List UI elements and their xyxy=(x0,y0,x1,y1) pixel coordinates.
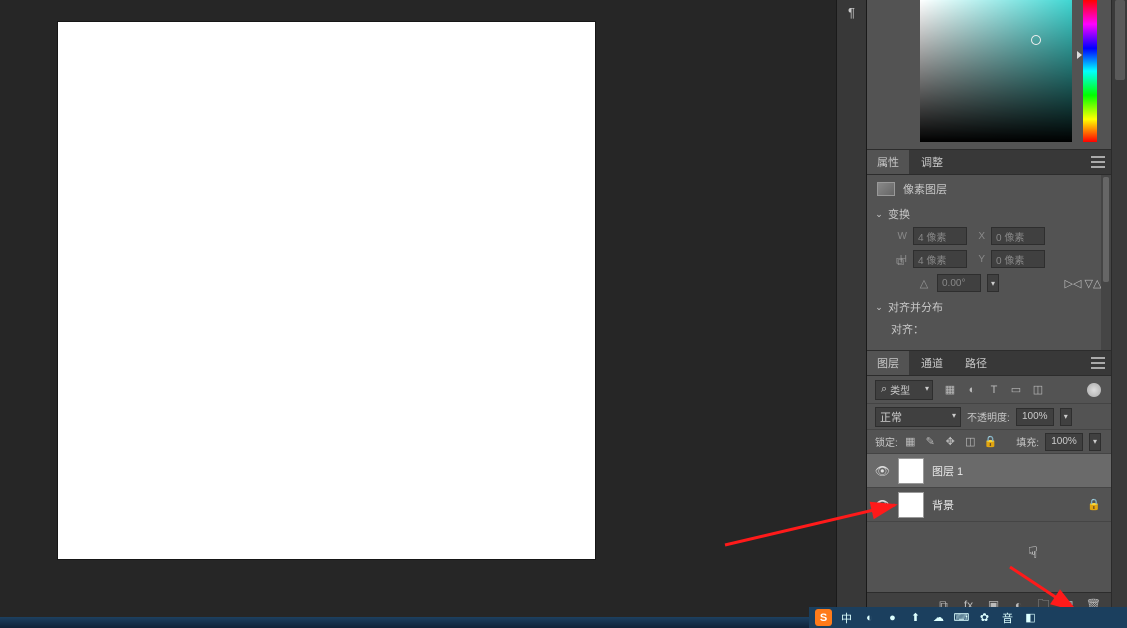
layer-row[interactable]: 👁 图层 1 xyxy=(867,454,1111,488)
fill-value[interactable]: 100% xyxy=(1045,433,1083,451)
layer-type-label: 像素图层 xyxy=(903,181,947,197)
layer-list: 👁 图层 1 👁 背景 🔒 xyxy=(867,454,1111,592)
tray-icon[interactable]: ⌨ xyxy=(953,609,970,626)
tray-icon[interactable]: 音 xyxy=(999,609,1016,626)
transform-label: 变换 xyxy=(888,206,910,222)
flip-horizontal-icon[interactable]: ▷◁ xyxy=(1065,275,1081,291)
lock-artboard-icon[interactable]: ◫ xyxy=(964,435,977,448)
chevron-down-icon: ⌄ xyxy=(875,210,883,218)
filter-shape-icon[interactable]: ▭ xyxy=(1009,383,1023,397)
tray-icon[interactable]: ● xyxy=(884,609,901,626)
lock-all-icon[interactable]: 🔒 xyxy=(984,435,997,448)
tray-icon[interactable]: ◧ xyxy=(1022,609,1039,626)
hue-slider-thumb[interactable] xyxy=(1077,51,1082,59)
properties-scrollbar[interactable] xyxy=(1101,175,1111,350)
hue-slider[interactable] xyxy=(1083,0,1097,142)
scrollbar-thumb[interactable] xyxy=(1103,177,1109,282)
tray-icon[interactable]: ◐ xyxy=(861,609,878,626)
align-subrow: 对齐： xyxy=(867,318,1111,340)
color-picker-panel xyxy=(867,0,1111,150)
system-tray: S 中 ◐ ● ⬆ ☁ ⌨ ✿ 音 ◧ xyxy=(809,607,1127,628)
filter-smart-icon[interactable]: ◫ xyxy=(1031,383,1045,397)
angle-icon: △ xyxy=(917,276,931,290)
chevron-down-icon: ⌄ xyxy=(875,303,883,311)
lock-brush-icon[interactable]: ✎ xyxy=(924,435,937,448)
filter-adjust-icon[interactable]: ◐ xyxy=(965,383,979,397)
filter-toggle-switch[interactable] xyxy=(1087,383,1101,397)
lock-position-icon[interactable]: ✥ xyxy=(944,435,957,448)
layer-name[interactable]: 图层 1 xyxy=(932,463,1101,479)
angle-input[interactable]: 0.00° xyxy=(937,274,981,292)
filter-type-icon[interactable]: T xyxy=(987,383,1001,397)
layers-tab-bar: 图层 通道 路径 xyxy=(867,351,1111,376)
pixel-layer-icon xyxy=(877,182,895,196)
align-to-label: 对齐： xyxy=(891,321,924,337)
paragraph-panel-icon[interactable]: ¶ xyxy=(837,5,866,20)
opacity-dropdown[interactable]: ▾ xyxy=(1060,408,1072,426)
tab-layers[interactable]: 图层 xyxy=(867,351,909,375)
properties-panel: 像素图层 ⌄ 变换 ⧉ W 4 像素 X 0 像素 H 4 像素 Y 0 像素 … xyxy=(867,175,1111,351)
lock-fill-row: 锁定: ▦ ✎ ✥ ◫ 🔒 填充: 100% ▾ xyxy=(867,430,1111,454)
blend-opacity-row: 正常 不透明度: 100% ▾ xyxy=(867,404,1111,430)
height-input[interactable]: 4 像素 xyxy=(913,250,967,268)
panel-menu-icon[interactable] xyxy=(1091,357,1105,369)
color-cursor[interactable] xyxy=(1031,35,1041,45)
scrollbar-thumb[interactable] xyxy=(1115,0,1125,80)
right-panels: 属性 调整 像素图层 ⌄ 变换 ⧉ W 4 像素 X 0 像素 H 4 像素 Y… xyxy=(867,0,1111,617)
x-label: X xyxy=(973,231,985,242)
lock-icon: 🔒 xyxy=(1087,498,1101,511)
main-scrollbar[interactable] xyxy=(1111,0,1127,617)
ime-lang-icon[interactable]: 中 xyxy=(838,609,855,626)
width-input[interactable]: 4 像素 xyxy=(913,227,967,245)
y-input[interactable]: 0 像素 xyxy=(991,250,1045,268)
layer-thumbnail[interactable] xyxy=(898,458,924,484)
lock-pixels-icon[interactable]: ▦ xyxy=(904,435,917,448)
layer-thumbnail[interactable] xyxy=(898,492,924,518)
transform-section-header[interactable]: ⌄ 变换 xyxy=(867,203,1111,225)
opacity-label: 不透明度: xyxy=(967,409,1010,424)
w-label: W xyxy=(895,231,907,242)
tab-channels[interactable]: 通道 xyxy=(911,351,953,375)
panel-menu-icon[interactable] xyxy=(1091,156,1105,168)
align-section-header[interactable]: ⌄ 对齐并分布 xyxy=(867,296,1111,318)
document-canvas[interactable] xyxy=(58,22,595,559)
blend-mode-select[interactable]: 正常 xyxy=(875,407,961,427)
x-input[interactable]: 0 像素 xyxy=(991,227,1045,245)
canvas-workspace xyxy=(0,0,836,617)
align-label: 对齐并分布 xyxy=(888,299,943,315)
dock-strip: ¶ xyxy=(836,0,867,617)
flip-vertical-icon[interactable]: ▽△ xyxy=(1085,275,1101,291)
layers-panel: 类型 ▦ ◐ T ▭ ◫ 正常 不透明度: 100% ▾ 锁定: ▦ ✎ xyxy=(867,376,1111,617)
layer-name[interactable]: 背景 xyxy=(932,497,1079,513)
layer-filter-select[interactable]: 类型 xyxy=(875,380,933,400)
tray-icon[interactable]: ☁ xyxy=(930,609,947,626)
y-label: Y xyxy=(973,254,985,265)
tab-paths[interactable]: 路径 xyxy=(955,351,997,375)
filter-label: 类型 xyxy=(890,382,910,397)
properties-tab-bar: 属性 调整 xyxy=(867,150,1111,175)
tab-adjustments[interactable]: 调整 xyxy=(911,150,953,174)
tray-icon[interactable]: ✿ xyxy=(976,609,993,626)
tray-icon[interactable]: ⬆ xyxy=(907,609,924,626)
color-field[interactable] xyxy=(920,0,1072,142)
visibility-eye-icon[interactable]: 👁 xyxy=(875,497,890,512)
layer-row[interactable]: 👁 背景 🔒 xyxy=(867,488,1111,522)
filter-pixel-icon[interactable]: ▦ xyxy=(943,383,957,397)
layers-filter-bar: 类型 ▦ ◐ T ▭ ◫ xyxy=(867,376,1111,404)
visibility-eye-icon[interactable]: 👁 xyxy=(875,463,890,478)
link-wh-icon[interactable]: ⧉ xyxy=(895,246,905,278)
lock-label: 锁定: xyxy=(875,434,898,449)
blend-mode-value: 正常 xyxy=(880,409,902,425)
fill-label: 填充: xyxy=(1016,434,1039,449)
angle-dropdown[interactable]: ▾ xyxy=(987,274,999,292)
ime-sogou-icon[interactable]: S xyxy=(815,609,832,626)
fill-dropdown[interactable]: ▾ xyxy=(1089,433,1101,451)
tab-properties[interactable]: 属性 xyxy=(867,150,909,174)
opacity-value[interactable]: 100% xyxy=(1016,408,1054,426)
